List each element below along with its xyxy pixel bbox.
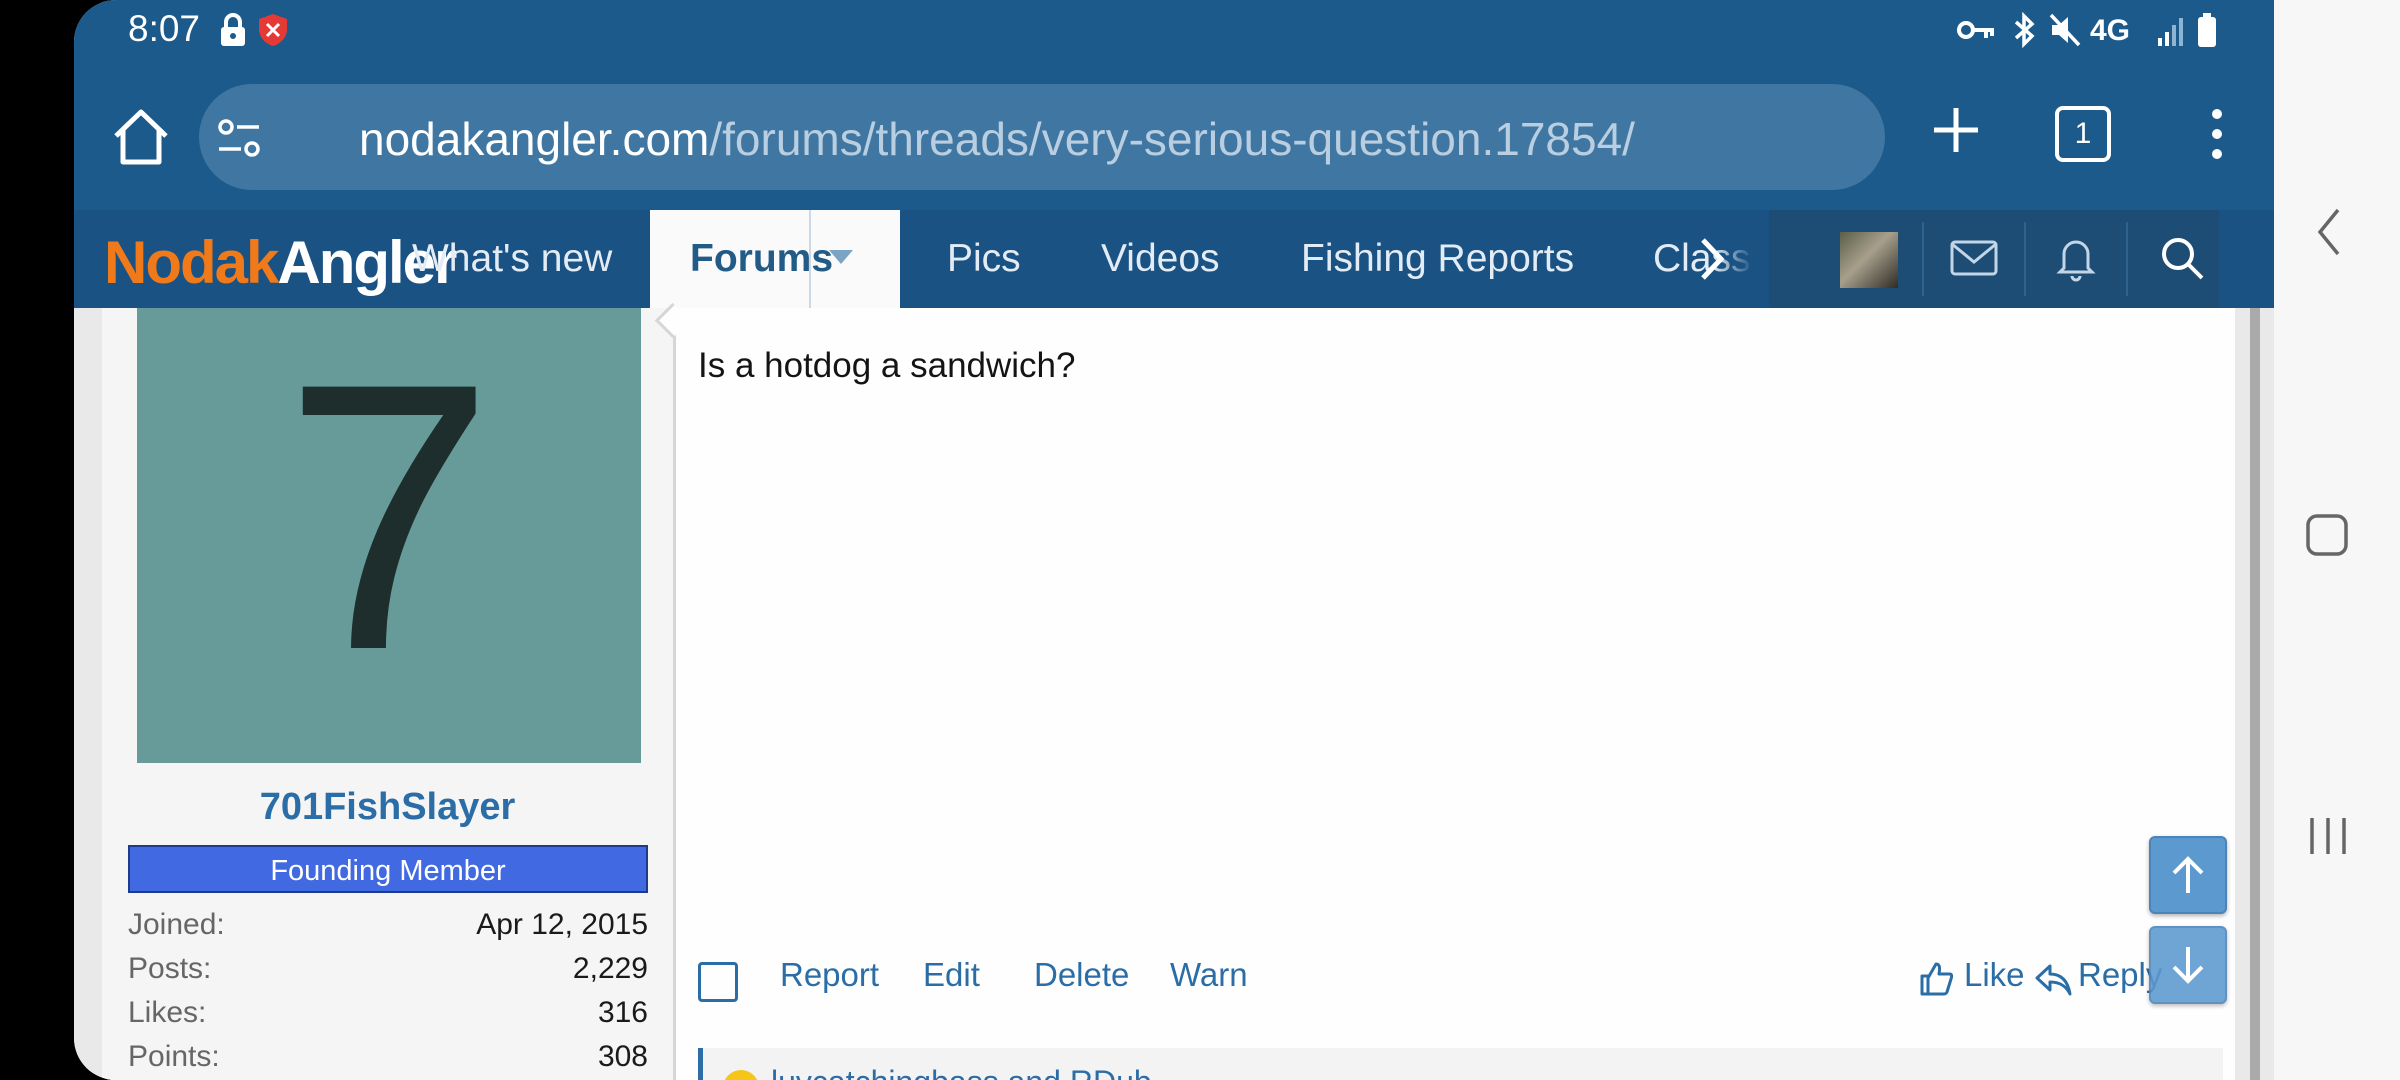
post-actions: Report Edit Delete Warn Like Reply bbox=[698, 956, 2198, 1016]
plus-icon[interactable] bbox=[1926, 100, 1986, 160]
stat-label: Points: bbox=[128, 1040, 220, 1073]
bell-icon[interactable] bbox=[2048, 230, 2104, 286]
user-avatar[interactable]: 7 bbox=[137, 304, 641, 763]
arrow-down-icon bbox=[2172, 947, 2204, 984]
signal-icon bbox=[2158, 18, 2183, 46]
status-bar: 8:07 4G bbox=[74, 0, 2274, 62]
address-bar[interactable]: nodakangler.com/forums/threads/very-seri… bbox=[199, 84, 1885, 190]
caret-down-icon bbox=[829, 250, 853, 264]
inbox-icon[interactable] bbox=[1946, 230, 2002, 286]
thread-content: 7 701FishSlayer Founding Member Joined: … bbox=[74, 302, 2274, 1080]
user-title-badge: Founding Member bbox=[128, 845, 648, 893]
more-menu-icon[interactable] bbox=[2202, 104, 2232, 164]
stat-value: Apr 12, 2015 bbox=[476, 908, 648, 941]
page-scrollbar[interactable] bbox=[2250, 308, 2260, 1080]
post-body: Is a hotdog a sandwich? bbox=[698, 346, 1076, 385]
tab-fishing-reports[interactable]: Fishing Reports bbox=[1301, 210, 1574, 308]
mute-icon bbox=[2049, 13, 2081, 47]
tab-pics[interactable]: Pics bbox=[947, 210, 1021, 308]
stat-joined: Joined: Apr 12, 2015 bbox=[128, 908, 648, 942]
status-time: 8:07 bbox=[128, 8, 201, 49]
logo-part-1: Nodak bbox=[104, 229, 279, 296]
bluetooth-icon bbox=[2014, 12, 2035, 48]
tab-videos[interactable]: Videos bbox=[1101, 210, 1220, 308]
url-path: /forums/threads/very-serious-question.17… bbox=[709, 113, 1635, 165]
shield-alert-icon bbox=[259, 14, 287, 46]
recents-icon[interactable] bbox=[2306, 814, 2350, 858]
vpn-key-icon bbox=[1957, 21, 1994, 39]
network-4g-label: 4G bbox=[2090, 14, 2131, 47]
stat-label: Posts: bbox=[128, 952, 212, 985]
divider bbox=[2024, 222, 2026, 296]
forums-dropdown-toggle[interactable] bbox=[809, 210, 871, 308]
battery-icon bbox=[2198, 13, 2216, 47]
site-settings-icon[interactable] bbox=[217, 116, 261, 160]
tab-whats-new[interactable]: What's new bbox=[412, 210, 612, 308]
select-post-checkbox[interactable] bbox=[698, 962, 738, 1002]
username[interactable]: 701FishSlayer bbox=[102, 786, 673, 829]
post-user-panel: 7 701FishSlayer Founding Member Joined: … bbox=[102, 304, 676, 1080]
tab-forums[interactable]: Forums bbox=[650, 210, 900, 308]
site-logo[interactable]: NodakAngler bbox=[104, 228, 457, 297]
stat-posts: Posts: 2,229 bbox=[128, 952, 648, 986]
reactions-bar[interactable]: luvcatchingbass and RDub bbox=[698, 1048, 2223, 1080]
browser-toolbar: nodakangler.com/forums/threads/very-seri… bbox=[74, 62, 2274, 210]
post: 7 701FishSlayer Founding Member Joined: … bbox=[102, 302, 2235, 1080]
forum-navbar: NodakAngler What's new Forums Pics Video… bbox=[74, 210, 2274, 308]
home-icon[interactable] bbox=[108, 104, 174, 170]
reply-icon[interactable] bbox=[2034, 962, 2072, 996]
reactions-text[interactable]: luvcatchingbass and RDub bbox=[771, 1064, 1152, 1080]
stat-likes: Likes: 316 bbox=[128, 996, 648, 1030]
account-avatar[interactable] bbox=[1840, 232, 1898, 288]
delete-button[interactable]: Delete bbox=[1034, 956, 1129, 994]
back-icon[interactable] bbox=[2314, 206, 2344, 258]
search-icon[interactable] bbox=[2154, 230, 2210, 286]
stat-value: 316 bbox=[597, 996, 648, 1029]
stat-label: Likes: bbox=[128, 996, 207, 1029]
stat-points: Points: 308 bbox=[128, 1040, 648, 1074]
scroll-bottom-button[interactable] bbox=[2149, 926, 2227, 1004]
avatar-letter: 7 bbox=[283, 304, 495, 729]
url-domain: nodakangler.com bbox=[359, 113, 710, 165]
edit-button[interactable]: Edit bbox=[923, 956, 980, 994]
phone-screen: 8:07 4G nodakangler.com/forums/threads/v… bbox=[74, 0, 2274, 1080]
report-button[interactable]: Report bbox=[780, 956, 879, 994]
like-reaction-icon bbox=[723, 1070, 759, 1080]
thumbs-up-icon[interactable] bbox=[1918, 960, 1954, 998]
scroll-top-button[interactable] bbox=[2149, 836, 2227, 914]
warn-button[interactable]: Warn bbox=[1170, 956, 1248, 994]
android-nav-bar bbox=[2274, 0, 2400, 1080]
lock-icon bbox=[221, 13, 245, 46]
stat-value[interactable]: 308 bbox=[598, 1040, 648, 1074]
home-nav-icon[interactable] bbox=[2304, 512, 2350, 558]
divider bbox=[1922, 222, 1924, 296]
url-text: nodakangler.com/forums/threads/very-seri… bbox=[359, 112, 1635, 166]
chevron-right-icon[interactable] bbox=[1689, 234, 1733, 284]
like-button[interactable]: Like bbox=[1964, 956, 2025, 994]
divider bbox=[2126, 222, 2128, 296]
stat-label: Joined: bbox=[128, 908, 225, 941]
arrow-up-icon bbox=[2172, 856, 2204, 893]
stat-value[interactable]: 2,229 bbox=[573, 952, 648, 986]
tab-switcher-button[interactable]: 1 bbox=[2055, 106, 2111, 162]
